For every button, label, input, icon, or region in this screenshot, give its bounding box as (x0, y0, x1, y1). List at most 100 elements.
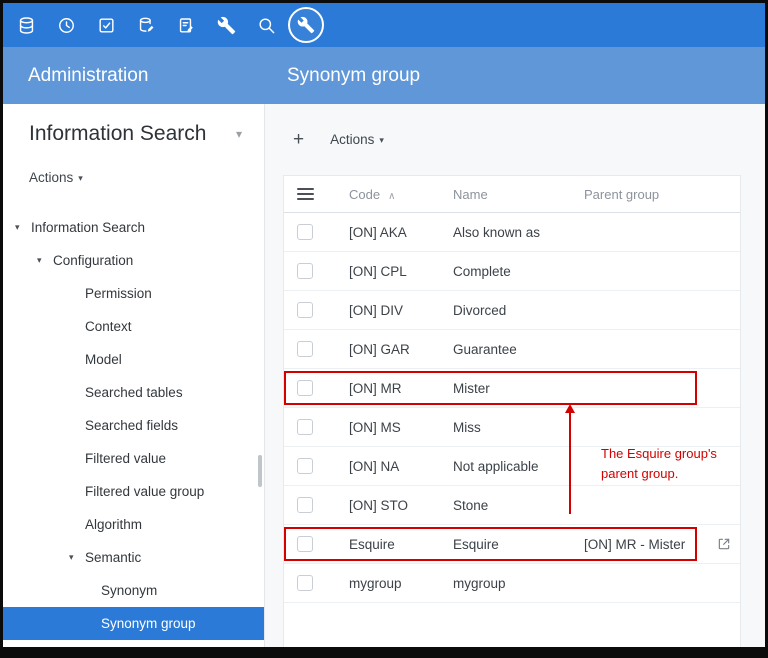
wrench-icon-active[interactable] (288, 7, 324, 43)
sidebar-item-label: Semantic (85, 550, 141, 565)
row-checkbox[interactable] (297, 224, 313, 240)
sidebar-item-label: Filtered value (85, 451, 166, 466)
row-checkbox[interactable] (297, 302, 313, 318)
sidebar-item-label: Algorithm (85, 517, 142, 532)
table-menu-icon[interactable] (297, 185, 314, 203)
sidebar-item-model[interactable]: Model (3, 343, 264, 376)
table-row-on-mr[interactable]: [ON] MRMister (284, 369, 740, 408)
row-checkbox[interactable] (297, 458, 313, 474)
cell-code: mygroup (349, 576, 453, 591)
cell-name: Mister (453, 381, 584, 396)
row-checkbox[interactable] (297, 380, 313, 396)
table-row-on-div[interactable]: [ON] DIVDivorced (284, 291, 740, 330)
checkbox-cell (284, 497, 349, 513)
database-edit-icon[interactable] (126, 5, 166, 45)
sidebar-item-label: Model (85, 352, 122, 367)
sidebar-item-label: Synonym group (101, 616, 196, 631)
checkbox-cell (284, 458, 349, 474)
column-header-parent[interactable]: Parent group (584, 187, 740, 202)
module-title: Administration (3, 65, 265, 87)
wrench-icon[interactable] (206, 5, 246, 45)
sort-asc-icon: ∧ (388, 191, 395, 202)
column-label: Parent group (584, 187, 659, 202)
cell-code: [ON] MS (349, 420, 453, 435)
table-body: [ON] AKAAlso known as[ON] CPLComplete[ON… (284, 213, 740, 603)
row-checkbox[interactable] (297, 263, 313, 279)
sidebar-item-synonym-group[interactable]: Synonym group (3, 607, 264, 640)
checkbox-cell (284, 302, 349, 318)
page-header: Administration Synonym group (3, 47, 765, 104)
cell-name: Miss (453, 420, 584, 435)
cell-code: [ON] GAR (349, 342, 453, 357)
sidebar-item-synonym[interactable]: Synonym (3, 574, 264, 607)
search-icon[interactable] (246, 5, 286, 45)
cell-name: Not applicable (453, 459, 584, 474)
actions-label: Actions (29, 170, 73, 185)
cell-name: Complete (453, 264, 584, 279)
scrollbar-thumb[interactable] (258, 455, 262, 487)
checkbox-cell (284, 536, 349, 552)
content-body: Information Search ▾ Actions▾ ▾Informati… (3, 104, 765, 647)
sidebar-item-label: Configuration (53, 253, 133, 268)
sidebar: Information Search ▾ Actions▾ ▾Informati… (3, 104, 265, 647)
form-edit-icon[interactable] (166, 5, 206, 45)
sidebar-item-filtered-value[interactable]: Filtered value (3, 442, 264, 475)
cell-code: [ON] STO (349, 498, 453, 513)
caret-down-icon: ▾ (37, 255, 53, 266)
cell-code: [ON] NA (349, 459, 453, 474)
row-checkbox[interactable] (297, 419, 313, 435)
table-row-on-sto[interactable]: [ON] STOStone (284, 486, 740, 525)
sidebar-item-label: Searched fields (85, 418, 178, 433)
annotation-arrow-head (565, 404, 575, 413)
cell-code: [ON] CPL (349, 264, 453, 279)
cell-name: Stone (453, 498, 584, 513)
table-row-mygroup[interactable]: mygroupmygroup (284, 564, 740, 603)
checkbox-cell (284, 419, 349, 435)
sidebar-item-information-search[interactable]: ▾Information Search (3, 211, 264, 244)
checkbox-cell (284, 224, 349, 240)
sidebar-item-searched-fields[interactable]: Searched fields (3, 409, 264, 442)
row-checkbox[interactable] (297, 497, 313, 513)
check-square-icon[interactable] (86, 5, 126, 45)
table-row-on-aka[interactable]: [ON] AKAAlso known as (284, 213, 740, 252)
sidebar-item-label: Context (85, 319, 132, 334)
sidebar-item-algorithm[interactable]: Algorithm (3, 508, 264, 541)
actions-label: Actions (330, 132, 374, 147)
sidebar-item-searched-tables[interactable]: Searched tables (3, 376, 264, 409)
database-icon[interactable] (6, 5, 46, 45)
sidebar-item-context[interactable]: Context (3, 310, 264, 343)
table-row-on-gar[interactable]: [ON] GARGuarantee (284, 330, 740, 369)
column-header-code[interactable]: Code∧ (349, 187, 453, 202)
sidebar-actions-menu[interactable]: Actions ▾ (29, 170, 264, 185)
sidebar-item-semantic[interactable]: ▾Semantic (3, 541, 264, 574)
checkbox-cell (284, 575, 349, 591)
row-checkbox[interactable] (297, 341, 313, 357)
table-row-on-ms[interactable]: [ON] MSMiss (284, 408, 740, 447)
column-header-name[interactable]: Name (453, 187, 584, 202)
external-link-icon[interactable] (717, 537, 731, 551)
page-title: Synonym group (265, 65, 420, 87)
cell-code: [ON] MR (349, 381, 453, 396)
row-checkbox[interactable] (297, 536, 313, 552)
table-row-esquire[interactable]: EsquireEsquire[ON] MR - Mister (284, 525, 740, 564)
caret-down-icon: ▾ (379, 135, 384, 145)
table-row-on-cpl[interactable]: [ON] CPLComplete (284, 252, 740, 291)
table-menu-cell (284, 185, 349, 203)
caret-down-icon: ▾ (78, 173, 83, 183)
table-header-row: Code∧NameParent group (284, 176, 740, 213)
sidebar-item-filtered-value-group[interactable]: Filtered value group (3, 475, 264, 508)
annotation-arrow (569, 413, 571, 514)
chevron-down-icon[interactable]: ▾ (236, 127, 242, 141)
table-actions-menu[interactable]: Actions ▾ (330, 132, 384, 147)
sidebar-item-permission[interactable]: Permission (3, 277, 264, 310)
cell-name: Divorced (453, 303, 584, 318)
checkbox-cell (284, 380, 349, 396)
sidebar-item-configuration[interactable]: ▾Configuration (3, 244, 264, 277)
cell-code: Esquire (349, 537, 453, 552)
main-panel: + Actions ▾ Code∧NameParent group [ON] AK… (265, 104, 765, 647)
caret-down-icon: ▾ (15, 222, 31, 233)
annotation-text: The Esquire group's parent group. (601, 444, 741, 483)
row-checkbox[interactable] (297, 575, 313, 591)
clock-icon[interactable] (46, 5, 86, 45)
add-button[interactable]: + (293, 130, 304, 149)
